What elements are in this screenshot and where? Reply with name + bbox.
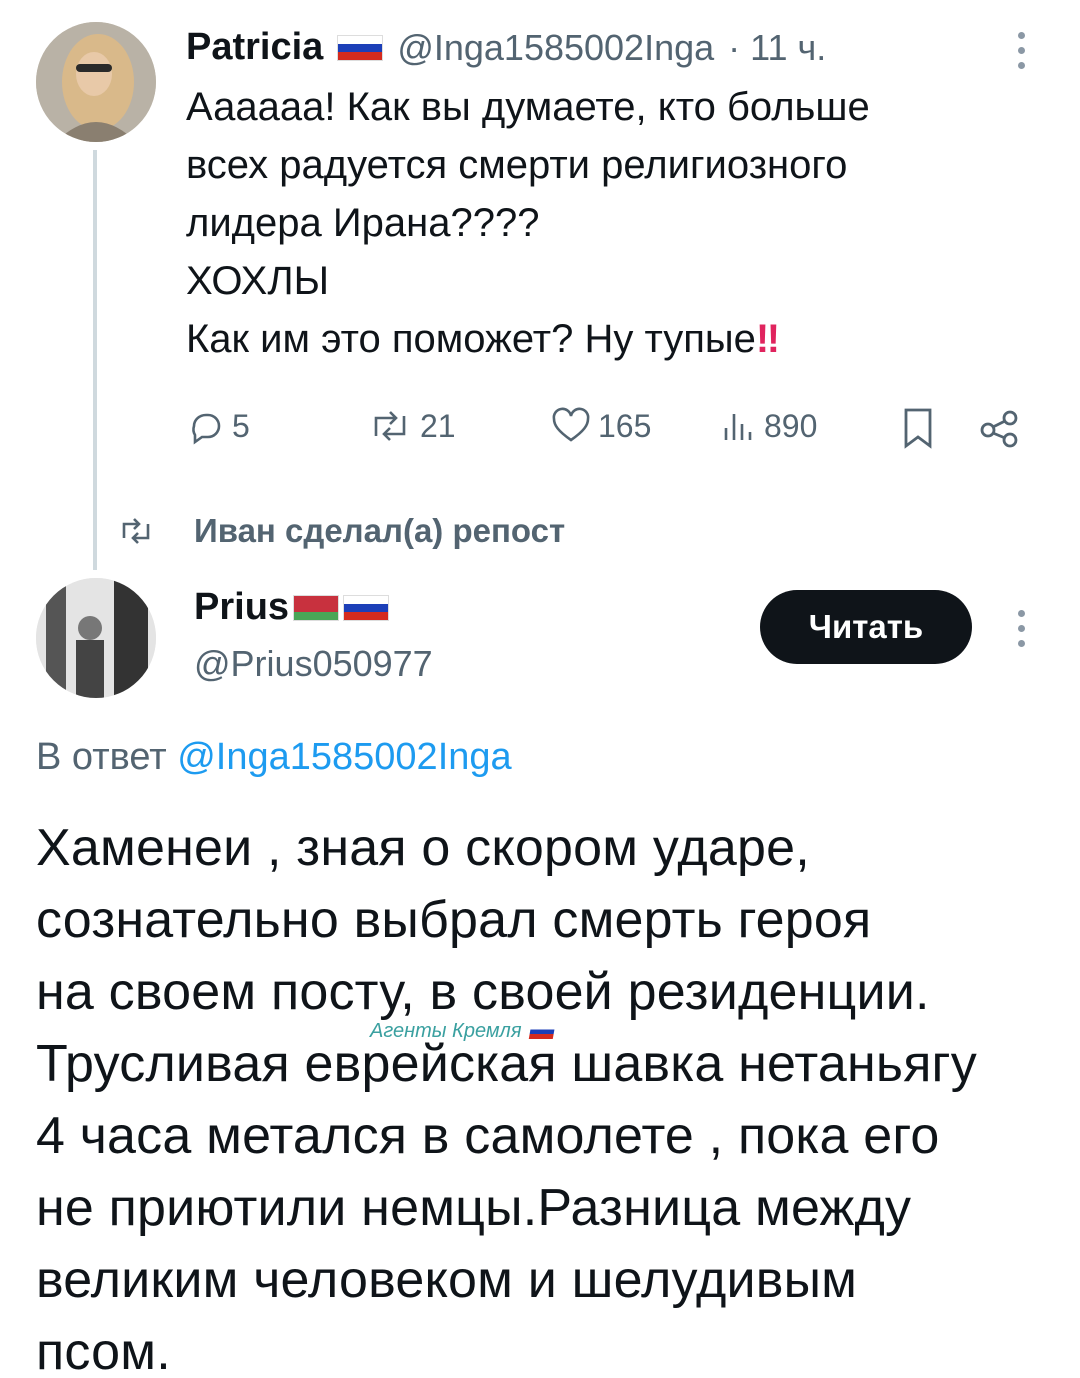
like-button[interactable]: 165 [550,406,651,446]
thread-line [93,150,97,570]
like-count: 165 [598,407,652,444]
views-icon [724,414,752,440]
russia-flag-icon [528,1024,555,1039]
share-button[interactable] [978,406,1022,455]
watermark: Агенты Кремля [370,1020,555,1043]
tweet-line: псом. [36,1323,171,1378]
bookmark-button[interactable] [898,406,938,455]
author-handle[interactable]: @Prius050977 [194,643,433,685]
reply-button[interactable]: 5 [186,406,250,446]
repost-indicator[interactable]: Иван сделал(а) репост [118,512,565,550]
tweet1-text: Аааааа! Как вы думаете, кто больше всех … [186,78,870,368]
more-icon[interactable] [1016,32,1026,69]
tweet2-header: Prius [194,586,390,629]
avatar-image-icon [36,578,156,698]
belarus-flag-icon [293,594,340,621]
more-icon[interactable] [1016,610,1026,647]
views-button[interactable]: 890 [718,406,817,446]
tweet2-text: Хаменеи , зная о скором ударе, сознатель… [36,812,977,1378]
russia-flag-icon [343,594,390,621]
avatar-prius[interactable] [36,578,156,698]
avatar-patricia[interactable] [36,22,156,142]
reply-handle-link[interactable]: @Inga1585002Inga [177,736,511,778]
tweet-line: не приютили немцы.Разница между [36,1179,912,1237]
tweet-line: ХОХЛЫ [186,259,330,303]
tweet-line: Аааааа! Как вы думаете, кто больше [186,85,870,129]
reply-prefix: В ответ [36,736,167,778]
tweet-line: 4 часа метался в самолете , пока его [36,1107,940,1165]
reply-icon [192,413,221,445]
tweet-line: лидера Ирана???? [186,201,540,245]
bookmark-icon [904,408,932,449]
repost-button[interactable]: 21 [366,406,456,446]
share-icon [980,410,1018,448]
tweet-line: великим человеком и шелудивым [36,1251,858,1309]
double-exclamation-icon: ‼ [755,317,781,361]
repost-count: 21 [420,407,456,444]
author-name[interactable]: Prius [194,586,289,629]
repost-icon [122,518,150,544]
avatar-image-icon [36,22,156,142]
follow-button[interactable]: Читать [760,590,972,664]
tweet-line: Хаменеи , зная о скором ударе, [36,819,810,877]
tweet-line: на своем посту, в своей резиденции. [36,963,930,1021]
russia-flag-icon [337,34,384,61]
tweet-time[interactable]: · 11 ч. [728,27,826,69]
repost-icon [374,411,406,441]
reply-context: В ответ @Inga1585002Inga [36,736,512,779]
reply-count: 5 [232,407,250,444]
tweet-line: сознательно выбрал смерть героя [36,891,872,949]
author-handle[interactable]: @Inga1585002Inga [397,27,714,69]
author-name[interactable]: Patricia [186,26,323,69]
like-icon [552,407,590,442]
tweet-line: всех радуется смерти религиозного [186,143,848,187]
views-count: 890 [764,407,818,444]
repost-label: Иван сделал(а) репост [194,512,566,549]
watermark-text: Агенты Кремля [370,1020,522,1042]
tweet-line: Как им это поможет? Ну тупые‼ [186,317,781,361]
tweet1-header: Patricia @Inga1585002Inga · 11 ч. [186,26,826,69]
